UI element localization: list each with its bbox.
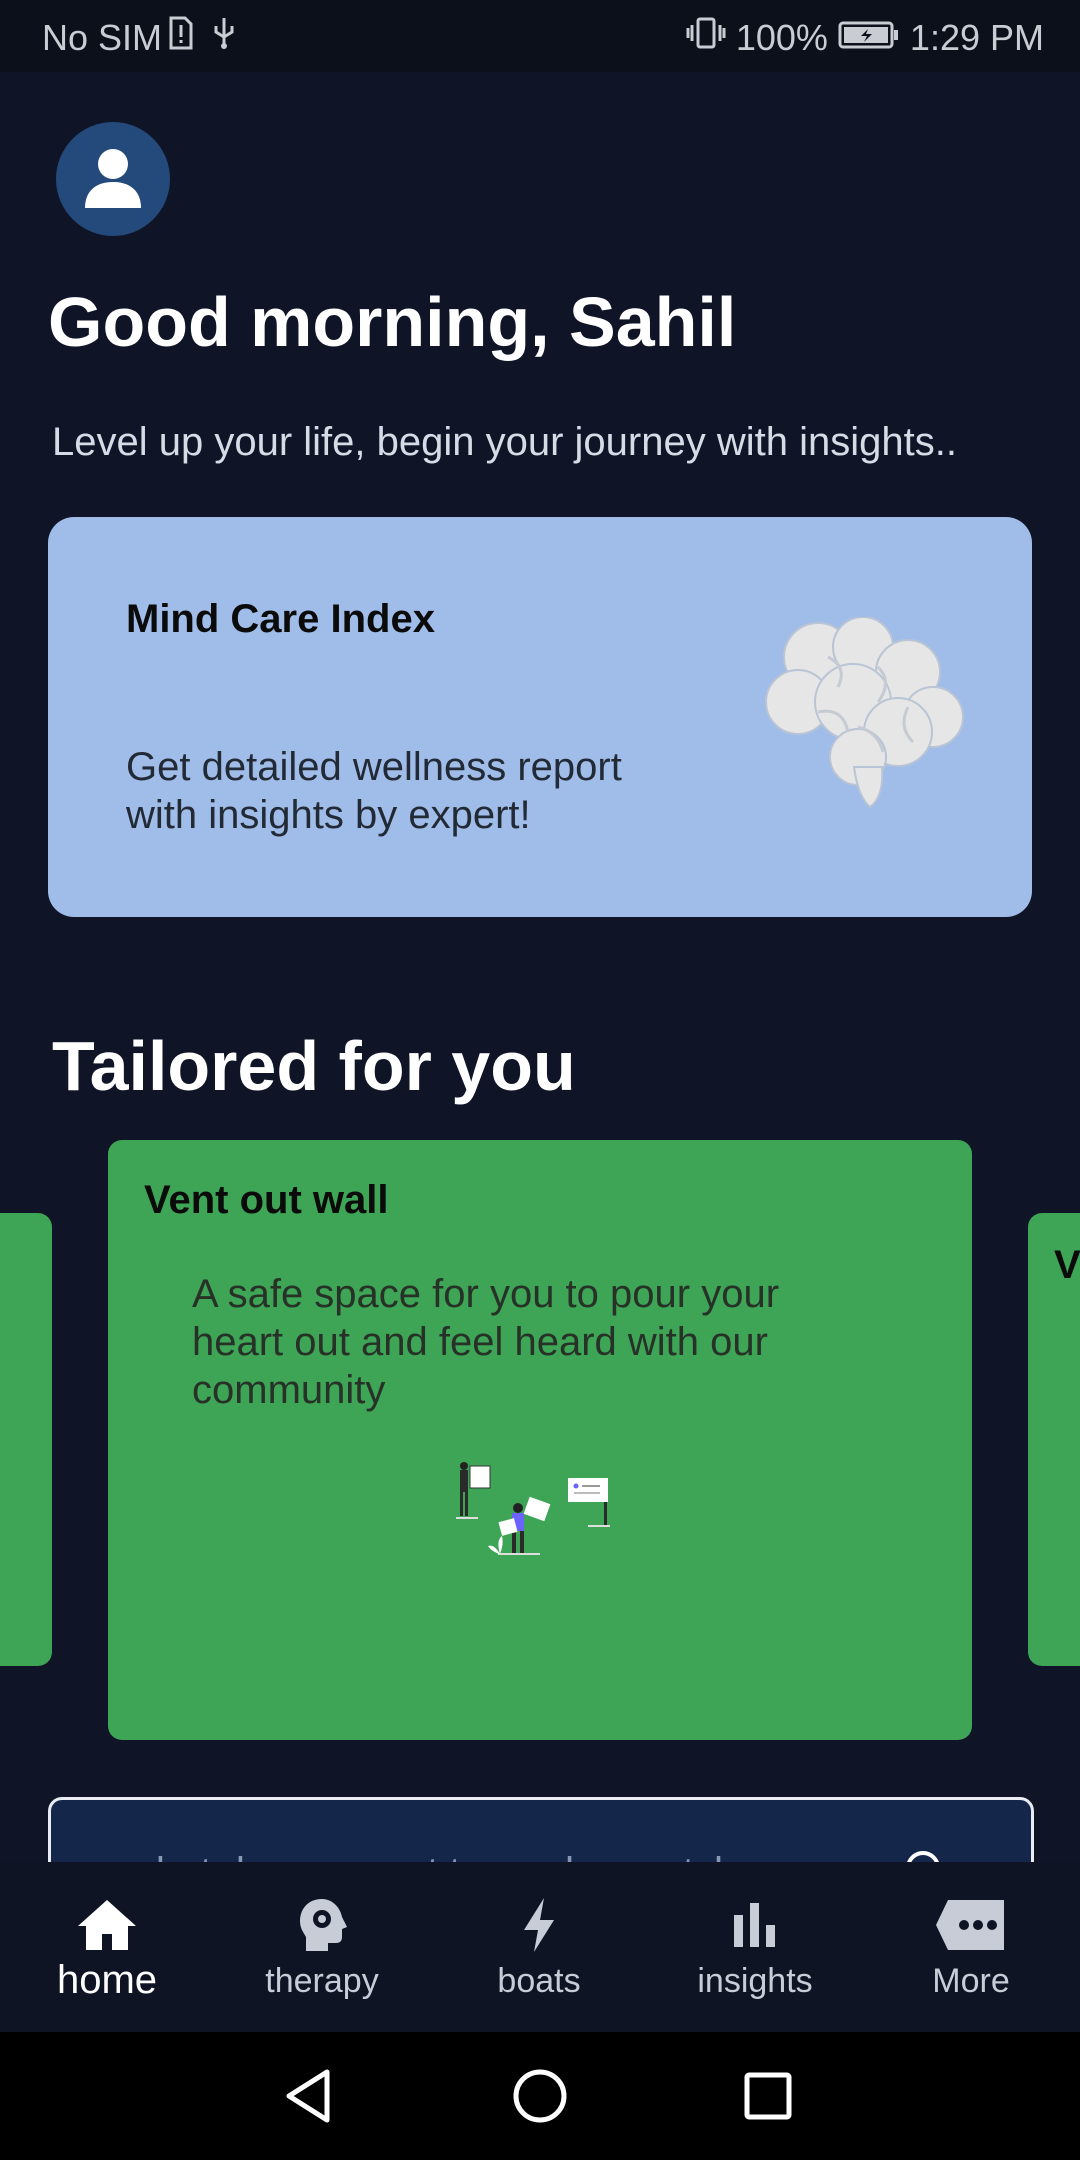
mind-care-index-card[interactable]: Mind Care Index Get detailed wellness re…: [48, 517, 1032, 917]
carousel-card-previous[interactable]: [0, 1213, 52, 1666]
nav-insights[interactable]: insights: [655, 1890, 855, 2001]
sim-alert-icon: [168, 16, 194, 59]
nav-more-label: More: [932, 1962, 1010, 2000]
battery-icon: [838, 17, 900, 59]
vent-out-wall-card[interactable]: Vent out wall A safe space for you to po…: [108, 1140, 972, 1740]
vent-card-description: A safe space for you to pour your heart …: [192, 1272, 780, 1412]
nav-therapy-label: therapy: [265, 1962, 379, 2000]
profile-avatar[interactable]: [56, 122, 170, 236]
battery-percent: 100%: [735, 16, 828, 58]
head-gear-icon: [300, 1899, 347, 1951]
bottom-navigation: home therapy boats insights More: [0, 1862, 1080, 2032]
carousel-card-next[interactable]: V: [1028, 1213, 1080, 1666]
system-recents-button[interactable]: [730, 2058, 806, 2134]
more-chat-icon: [936, 1900, 1004, 1950]
status-left: No SIM: [42, 16, 236, 59]
vibrate-icon: [686, 16, 726, 59]
nav-insights-label: insights: [697, 1962, 813, 2000]
back-icon: [286, 2069, 330, 2123]
nav-more[interactable]: More: [871, 1890, 1071, 2001]
nav-boats-label: boats: [497, 1962, 581, 2000]
system-home-button[interactable]: [502, 2058, 578, 2134]
mind-care-description: Get detailed wellness report with insigh…: [126, 745, 622, 837]
nav-boats[interactable]: boats: [439, 1890, 639, 2001]
community-illustration: [456, 1462, 610, 1555]
system-navigation-bar: [0, 2032, 1080, 2160]
brain-icon: [765, 617, 964, 809]
nav-therapy[interactable]: therapy: [222, 1890, 422, 2001]
recents-icon: [744, 2072, 792, 2120]
next-card-title-peek: V: [1054, 1243, 1080, 1287]
status-bar: No SIM 100% 1:29 PM: [0, 0, 1080, 72]
status-right: 100% 1:29 PM: [686, 16, 1044, 59]
system-back-button[interactable]: [270, 2058, 346, 2134]
mind-care-title: Mind Care Index: [126, 597, 435, 641]
lightning-icon: [524, 1898, 554, 1952]
nav-home-label: home: [56, 1958, 158, 2002]
greeting-title: Good morning, Sahil: [48, 283, 737, 361]
usb-icon: [212, 16, 236, 59]
home-circle-icon: [513, 2069, 567, 2123]
home-icon: [78, 1900, 136, 1950]
nav-home[interactable]: home: [7, 1890, 207, 2003]
bar-chart-icon: [734, 1903, 775, 1947]
greeting-subtitle: Level up your life, begin your journey w…: [52, 420, 957, 464]
user-icon: [85, 149, 141, 208]
clock: 1:29 PM: [909, 16, 1044, 58]
tailored-section-title: Tailored for you: [52, 1027, 576, 1105]
carrier-text: No SIM: [42, 16, 163, 58]
vent-card-title: Vent out wall: [144, 1178, 389, 1222]
